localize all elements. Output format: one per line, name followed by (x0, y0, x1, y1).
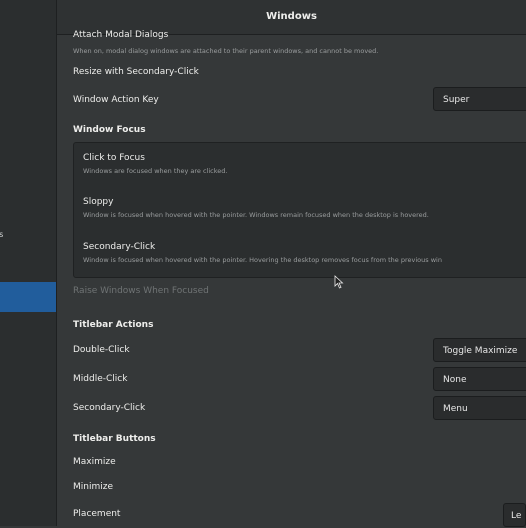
focus-option-title: Secondary-Click (83, 242, 156, 252)
mouse-pointer-icon (334, 275, 344, 289)
page-title: Windows (266, 11, 317, 22)
sidebar-item[interactable]: e (0, 158, 56, 188)
window-focus-list: Click to Focus Windows are focused when … (73, 142, 526, 278)
placement-label: Placement (73, 509, 121, 519)
window-action-key-label: Window Action Key (73, 95, 159, 105)
placement-dropdown[interactable]: Le (503, 503, 526, 527)
sidebar-item[interactable]: ns (0, 220, 56, 250)
double-click-label: Double-Click (73, 345, 130, 355)
double-click-dropdown[interactable]: Toggle Maximize (433, 338, 526, 362)
settings-panel: Attach Modal Dialogs When on, modal dial… (57, 30, 526, 527)
secondary-click-dropdown[interactable]: Menu (433, 396, 526, 420)
raise-windows-label: Raise Windows When Focused (73, 286, 209, 296)
focus-option-secondary[interactable]: Secondary-Click Window is focused when h… (83, 242, 442, 264)
attach-modal-label: Attach Modal Dialogs (73, 30, 169, 40)
window-focus-heading: Window Focus (73, 125, 146, 135)
focus-option-title: Sloppy (83, 197, 114, 207)
secondary-click-label: Secondary-Click (73, 403, 146, 413)
focus-option-title: Click to Focus (83, 153, 145, 163)
window-action-key-dropdown[interactable]: Super (433, 87, 526, 111)
focus-option-desc: Window is focused when hovered with the … (83, 256, 442, 264)
minimize-label: Minimize (73, 482, 113, 492)
middle-click-dropdown[interactable]: None (433, 367, 526, 391)
focus-option-desc: Windows are focused when they are clicke… (83, 167, 228, 175)
maximize-label: Maximize (73, 457, 116, 467)
sidebar-item-windows[interactable] (0, 282, 56, 312)
focus-option-desc: Window is focused when hovered with the … (83, 211, 429, 219)
middle-click-label: Middle-Click (73, 374, 128, 384)
sidebar: e ns (0, 0, 57, 526)
attach-modal-desc: When on, modal dialog windows are attach… (73, 47, 379, 55)
sidebar-item-label: ns (0, 230, 4, 239)
titlebar-buttons-heading: Titlebar Buttons (73, 434, 156, 444)
focus-option-click[interactable]: Click to Focus Windows are focused when … (83, 153, 227, 175)
titlebar-actions-heading: Titlebar Actions (73, 320, 154, 330)
focus-option-sloppy[interactable]: Sloppy Window is focused when hovered wi… (83, 197, 429, 219)
resize-secondary-label: Resize with Secondary-Click (73, 67, 199, 77)
